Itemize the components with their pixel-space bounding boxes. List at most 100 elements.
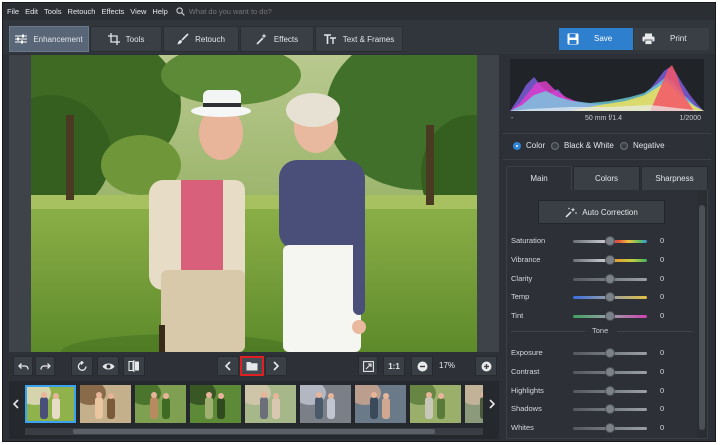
radio-black-white[interactable]: Black & White [551,141,614,150]
scrollbar-thumb[interactable] [73,429,435,434]
slider-clarity[interactable]: Clarity 0 [507,272,697,286]
slider-label: Highlights [511,385,544,395]
zoom-in-icon [481,361,491,371]
tab-enhancement[interactable]: Enhancement [9,26,89,52]
rotate-button[interactable] [71,356,93,376]
divider [511,331,585,332]
slider-whites[interactable]: Whites 0 [507,421,697,435]
slider-handle[interactable] [605,292,615,303]
slider-handle[interactable] [605,423,615,434]
compare-button[interactable] [123,356,145,376]
filmstrip-prev-button[interactable] [9,381,23,427]
slider-value: 0 [660,236,665,245]
save-button[interactable]: Save [559,28,633,50]
slider-label: Saturation [511,236,546,245]
slider-value: 0 [660,366,665,376]
search-input[interactable] [188,7,329,16]
tab-label: Enhancement [33,34,83,44]
slider-value: 0 [660,348,665,357]
menu-edit[interactable]: Edit [25,7,38,16]
menu-tools[interactable]: Tools [44,7,62,16]
slider-tint[interactable]: Tint 0 [507,309,697,323]
slider-shadows[interactable]: Shadows 0 [507,402,697,416]
radio-color[interactable]: Color [513,141,545,150]
panel-scrollbar[interactable] [697,190,707,438]
menu-effects[interactable]: Effects [101,7,124,16]
slider-value: 0 [660,385,665,395]
tab-label: Text & Frames [342,34,395,44]
slider-handle[interactable] [605,404,615,415]
slider-saturation[interactable]: Saturation 0 [507,234,697,248]
slider-handle[interactable] [605,366,615,377]
filmstrip-thumbnail[interactable] [135,385,186,423]
command-search [176,7,329,16]
preview-button[interactable] [97,356,119,376]
exif-info: - 50 mm f/1.4 1/2000 [503,115,711,127]
menu-view[interactable]: View [130,7,146,16]
print-button[interactable]: Print [634,28,709,50]
adjustments-panel: - 50 mm f/1.4 1/2000 Color Black & White… [503,55,711,439]
filmstrip-thumbnail[interactable] [355,385,406,423]
slider-label: Vibrance [511,254,541,264]
filmstrip-thumbnail[interactable] [465,385,483,423]
filmstrip-thumbnail[interactable] [410,385,461,423]
tab-text-frames[interactable]: Text & Frames [315,26,403,52]
slider-handle[interactable] [605,254,615,265]
fit-to-screen-button[interactable] [358,356,378,376]
tab-sharpness[interactable]: Sharpness [641,166,708,190]
filmstrip-thumbnail[interactable] [190,385,241,423]
compare-icon [128,360,139,372]
slider-temp[interactable]: Temp 0 [507,290,697,304]
slider-handle[interactable] [605,385,615,396]
slider-handle[interactable] [605,311,615,322]
tab-tools[interactable]: Tools [90,26,162,52]
slider-handle[interactable] [605,348,615,358]
slider-exposure[interactable]: Exposure 0 [507,346,697,360]
prev-image-button[interactable] [217,356,239,376]
magic-wand-icon [256,33,267,45]
slider-label: Tint [511,311,524,321]
zoom-out-button[interactable] [411,356,433,376]
chevron-left-icon [225,361,231,371]
zoom-out-icon [417,361,427,371]
menu-retouch[interactable]: Retouch [68,7,96,16]
filmstrip-thumbnail[interactable] [80,385,131,423]
undo-button[interactable] [13,356,33,376]
filmstrip [9,381,499,439]
undo-icon [17,362,29,370]
tab-effects[interactable]: Effects [240,26,314,52]
filmstrip-thumbnail[interactable] [245,385,296,423]
menu-file[interactable]: File [7,7,19,16]
next-image-button[interactable] [265,356,287,376]
auto-correction-button[interactable]: Auto Correction [538,200,665,224]
filmstrip-thumbnail[interactable] [25,385,76,423]
actual-size-button[interactable]: 1:1 [383,356,405,376]
main-photo[interactable] [31,55,477,352]
photo-editor-window: File Edit Tools Retouch Effects View Hel… [2,2,716,442]
divider [617,331,693,332]
tab-retouch[interactable]: Retouch [163,26,239,52]
slider-handle[interactable] [605,236,615,246]
zoom-in-button[interactable] [475,356,497,376]
radio-label: Black & White [564,141,614,150]
exif-shutter: 1/2000 [679,115,701,122]
slider-value: 0 [660,311,665,321]
open-folder-button[interactable] [240,356,264,376]
filmstrip-scrollbar[interactable] [25,428,483,435]
printer-icon [642,33,655,45]
radio-negative[interactable]: Negative [620,141,665,150]
chevron-right-icon [489,399,495,409]
slider-highlights[interactable]: Highlights 0 [507,384,697,398]
tone-section-header: Tone [507,326,697,336]
scrollbar-thumb[interactable] [699,205,705,430]
redo-button[interactable] [35,356,55,376]
filmstrip-thumbnail[interactable] [300,385,351,423]
slider-vibrance[interactable]: Vibrance 0 [507,253,697,267]
slider-handle[interactable] [605,273,615,284]
tone-label: Tone [592,326,609,335]
tab-main[interactable]: Main [506,166,572,190]
menu-help[interactable]: Help [152,7,167,16]
slider-contrast[interactable]: Contrast 0 [507,365,697,379]
tab-colors[interactable]: Colors [573,166,640,190]
filmstrip-next-button[interactable] [485,381,499,427]
